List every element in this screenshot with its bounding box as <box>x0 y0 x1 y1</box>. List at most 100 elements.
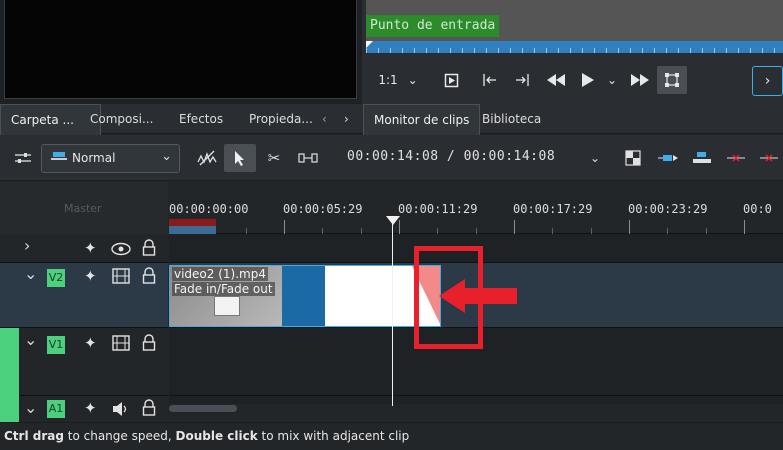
film-icon[interactable] <box>112 335 130 351</box>
track-label: V1 <box>47 336 65 354</box>
selection-tool-button[interactable] <box>224 144 256 172</box>
ruler-label: 00:00:23:29 <box>628 202 708 216</box>
rewind-button[interactable] <box>544 66 568 94</box>
ruler-label: 00:00:05:29 <box>283 202 363 216</box>
track-label: A1 <box>47 400 65 418</box>
project-monitor-screen <box>4 0 357 99</box>
extract-button[interactable] <box>724 144 748 172</box>
tab-scroll-left-icon[interactable]: ‹ <box>318 104 331 134</box>
timeline-timecode[interactable]: 00:00:14:08 / 00:00:14:08 <box>347 149 555 164</box>
ruler-label: 00:00:11:29 <box>398 202 478 216</box>
master-label: Master <box>64 202 102 215</box>
play-icon <box>582 73 594 87</box>
transform-button[interactable] <box>657 66 687 94</box>
set-in-point-button[interactable] <box>478 66 502 94</box>
play-button[interactable] <box>578 66 598 94</box>
lock-icon[interactable] <box>142 239 156 256</box>
chevron-down-icon[interactable]: ⌄ <box>24 398 37 417</box>
lock-icon[interactable] <box>142 399 156 416</box>
set-out-point-button[interactable] <box>510 66 534 94</box>
razor-tool-button[interactable]: ✂ <box>262 144 286 172</box>
tab-scroll-right-icon[interactable]: › <box>340 104 353 134</box>
chevron-right-icon[interactable]: › <box>24 236 30 255</box>
checker-icon <box>625 150 641 166</box>
tab-biblioteca[interactable]: Biblioteca <box>472 104 551 134</box>
ruler-label: 00:00:17:29 <box>513 202 593 216</box>
lift-button[interactable] <box>757 144 781 172</box>
ruler-tick <box>744 220 745 234</box>
effect-wand-icon[interactable]: ✦ <box>84 239 97 257</box>
effect-wand-icon[interactable]: ✦ <box>84 334 97 352</box>
timeline-preview-marker <box>169 226 216 234</box>
in-point-marker <box>366 41 373 48</box>
tab-composiciones[interactable]: Composi... <box>80 104 163 134</box>
master-header: Master <box>0 182 168 234</box>
chevron-down-icon[interactable]: ⌄ <box>24 330 37 349</box>
project-monitor <box>0 0 362 104</box>
ruler-label: 00:0 <box>743 202 772 216</box>
ruler-ticks <box>366 48 783 53</box>
frame-icon <box>444 73 458 87</box>
ruler-label: 00:00:00:00 <box>169 202 249 216</box>
audio-thumbnails-button[interactable] <box>194 144 220 172</box>
transform-icon <box>665 73 679 87</box>
ruler-tick <box>629 220 630 234</box>
film-icon[interactable] <box>112 268 130 284</box>
timecode-format-chevron-icon[interactable]: ⌄ <box>585 144 605 172</box>
speaker-icon[interactable] <box>112 401 130 417</box>
insert-button[interactable] <box>656 144 680 172</box>
overwrite-button[interactable] <box>690 144 714 172</box>
annotation-arrow-icon <box>439 279 517 313</box>
more-controls-button[interactable]: › <box>752 66 783 96</box>
pointer-icon <box>235 150 244 166</box>
spacer-icon <box>298 153 318 163</box>
effect-wand-icon[interactable]: ✦ <box>84 267 97 285</box>
lock-icon[interactable] <box>142 267 156 284</box>
track-header-v2[interactable]: ⌄ V2 ✦ <box>0 263 168 328</box>
tab-monitor-clips[interactable]: Monitor de clips <box>363 104 481 135</box>
chevron-down-icon[interactable]: ⌄ <box>24 264 37 283</box>
set-out-icon <box>516 74 529 86</box>
playhead-handle[interactable] <box>386 216 400 225</box>
tab-efectos[interactable]: Efectos <box>169 104 233 134</box>
timeline-horizontal-scrollbar[interactable] <box>169 405 237 412</box>
edit-mode-value: Normal <box>72 151 116 165</box>
monitor-fit-button[interactable] <box>438 66 464 94</box>
active-track-indicator <box>0 396 19 422</box>
lock-icon[interactable] <box>142 334 156 351</box>
play-options-chevron-icon[interactable]: ⌄ <box>604 66 620 94</box>
rewind-icon <box>547 74 565 86</box>
left-tab-bar: Carpeta ... Composi... Efectos Propieda.… <box>0 104 362 135</box>
zoom-value: 1:1 <box>378 73 398 87</box>
overwrite-clip-icon <box>693 152 711 163</box>
edit-mode-dropdown[interactable]: Normal ⌄ <box>41 144 180 173</box>
spacer-tool-button[interactable] <box>296 144 320 172</box>
clip-monitor-ruler[interactable] <box>366 41 783 53</box>
forward-button[interactable] <box>628 66 652 94</box>
tab-propiedades[interactable]: Propieda... <box>239 104 323 134</box>
mode-icon-top <box>53 152 65 157</box>
status-key-double-click: Double click <box>175 429 258 443</box>
thumbnail-document <box>214 296 240 316</box>
extract-icon <box>727 154 745 162</box>
mode-icon-base <box>51 158 67 160</box>
eye-icon[interactable] <box>110 242 132 256</box>
composite-button[interactable] <box>622 144 644 172</box>
status-text: to change speed, <box>63 429 176 443</box>
effect-wand-icon[interactable]: ✦ <box>84 399 97 417</box>
track-label: V2 <box>47 269 65 287</box>
track-settings-button[interactable] <box>12 144 34 172</box>
clip-effect-label: Fade in/Fade out <box>172 282 275 296</box>
in-point-label: Punto de entrada <box>366 15 500 37</box>
track-header-a1[interactable]: ⌄ A1 ✦ <box>0 396 168 422</box>
status-text: to mix with adjacent clip <box>257 429 410 443</box>
timeline-ruler[interactable]: 00:00:00:00 00:00:05:29 00:00:11:29 00:0… <box>169 182 783 234</box>
insert-clip-icon <box>658 155 678 161</box>
chevron-right-icon: › <box>764 73 771 89</box>
right-tab-bar: Monitor de clips Biblioteca <box>362 104 783 135</box>
ruler-tick <box>284 220 285 234</box>
zoom-selector[interactable]: 1:1 ⌄ <box>372 66 424 94</box>
timeline-toolbar: Normal ⌄ ✂ 00:00:14:08 / 00:00:14:08 ⌄ <box>0 135 783 181</box>
track-header-v1[interactable]: ⌄ V1 ✦ <box>0 328 168 396</box>
timeline-clip[interactable]: video2 (1).mp4 Fade in/Fade out <box>169 265 441 327</box>
